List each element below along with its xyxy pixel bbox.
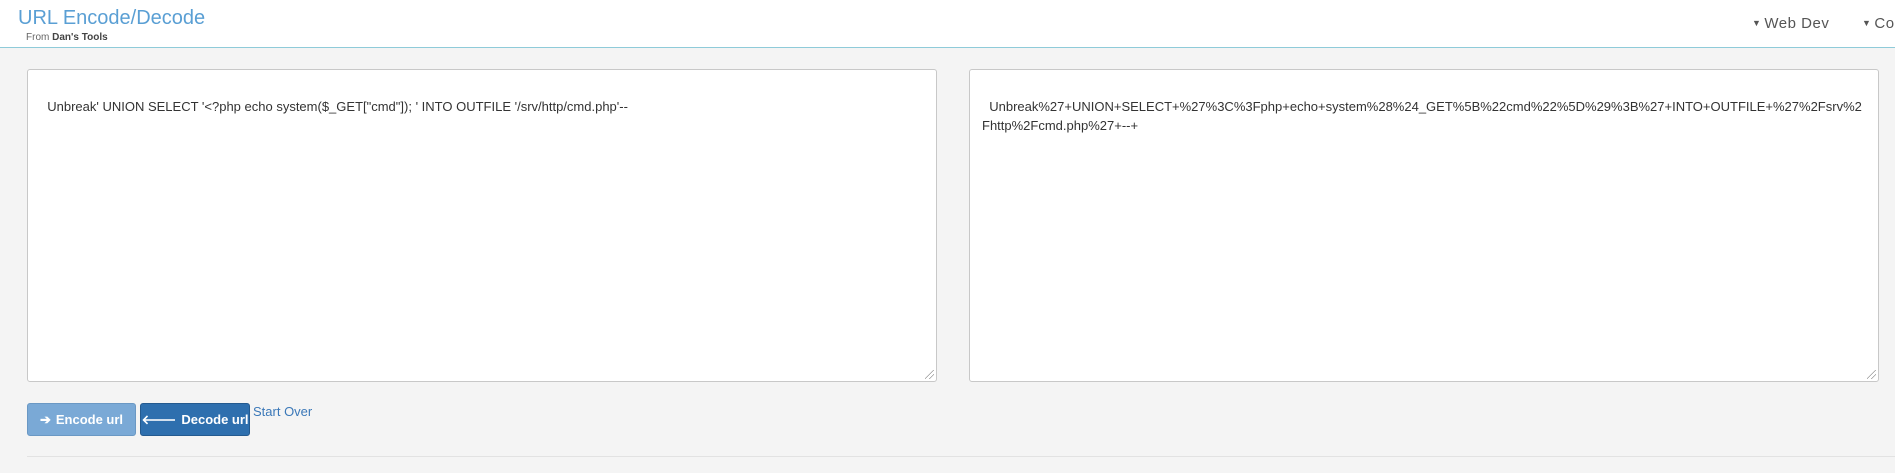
nav-menu-web-dev[interactable]: ▼ Web Dev (1752, 15, 1829, 32)
arrow-left-icon: 🡐 (141, 411, 177, 427)
caret-down-icon: ▼ (1862, 18, 1872, 28)
decoded-input-textarea[interactable]: Unbreak' UNION SELECT '<?php echo system… (27, 69, 937, 382)
start-over-link[interactable]: Start Over (253, 404, 312, 419)
encode-url-label: Encode url (55, 412, 124, 427)
decode-url-button[interactable]: 🡐 Decode url (140, 403, 250, 436)
site-subtitle: From Dan's Tools (26, 32, 108, 43)
encode-url-button[interactable]: ➔ Encode url (27, 403, 136, 436)
nav-menu-label: Co (1874, 15, 1895, 32)
encoded-output-textarea[interactable]: Unbreak%27+UNION+SELECT+%27%3C%3Fphp+ech… (969, 69, 1879, 382)
page-title[interactable]: URL Encode/Decode (18, 7, 205, 30)
decoded-input-text: Unbreak' UNION SELECT '<?php echo system… (47, 99, 628, 114)
nav-menu-label: Web Dev (1764, 15, 1830, 32)
caret-down-icon: ▼ (1752, 18, 1762, 28)
resize-handle-icon[interactable] (1867, 370, 1876, 379)
decode-url-label: Decode url (181, 412, 249, 427)
subtitle-prefix: From (26, 32, 50, 43)
footer-divider (27, 456, 1895, 457)
encoded-output-text: Unbreak%27+UNION+SELECT+%27%3C%3Fphp+ech… (982, 99, 1862, 133)
top-navbar: URL Encode/Decode From Dan's Tools ▼ Web … (0, 0, 1895, 48)
site-brand-link[interactable]: Dan's Tools (52, 32, 108, 43)
arrow-right-icon: ➔ (39, 411, 51, 427)
resize-handle-icon[interactable] (925, 370, 934, 379)
nav-menu-co[interactable]: ▼ Co (1862, 15, 1895, 32)
